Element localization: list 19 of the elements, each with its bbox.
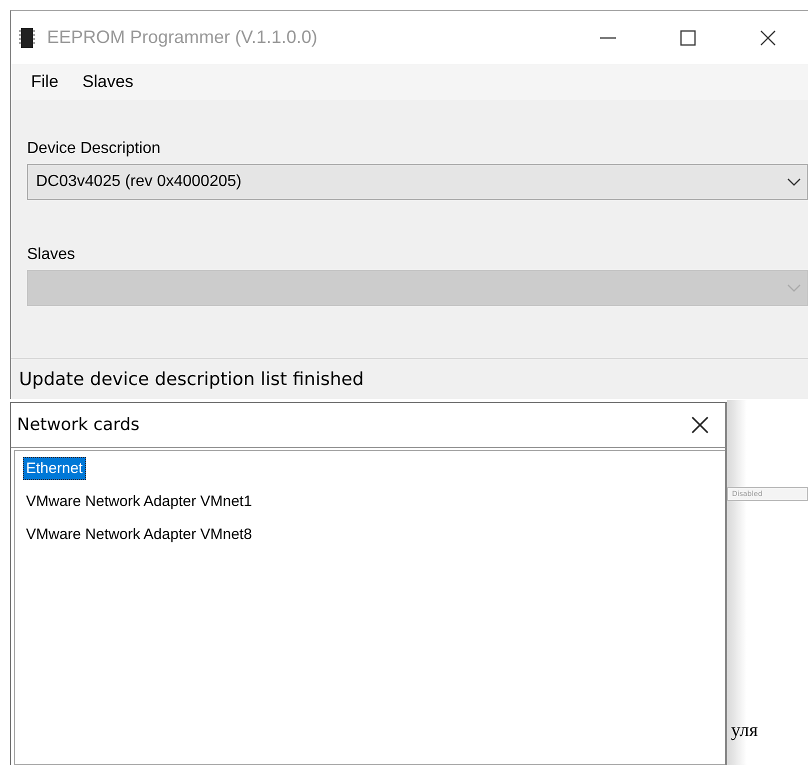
status-text: Update device description list finished [11, 358, 808, 399]
field-label: Slaves [27, 246, 76, 264]
window-title: EEPROM Programmer (V.1.1.0.0) [47, 27, 318, 48]
caret-icon [787, 177, 801, 187]
menu-item[interactable]: File [19, 72, 70, 92]
field-label: Device Description [27, 140, 162, 158]
dialog-title: Network cards [17, 415, 140, 435]
menu-item[interactable]: Slaves [70, 72, 146, 92]
minimize-icon [598, 36, 618, 38]
maximize-icon [678, 28, 698, 48]
list-item[interactable]: Ethernet [23, 457, 86, 480]
list-item[interactable]: VMware Network Adapter VMnet1 [23, 490, 255, 513]
document-text: уля [731, 720, 758, 742]
close-icon [758, 28, 778, 48]
dropdown[interactable]: DC03v4025 (rev 0x4000205) [27, 164, 808, 200]
chip-icon [19, 26, 35, 48]
close-icon [689, 414, 711, 436]
list-item[interactable]: VMware Network Adapter VMnet8 [23, 523, 255, 546]
caret-icon [787, 283, 801, 293]
